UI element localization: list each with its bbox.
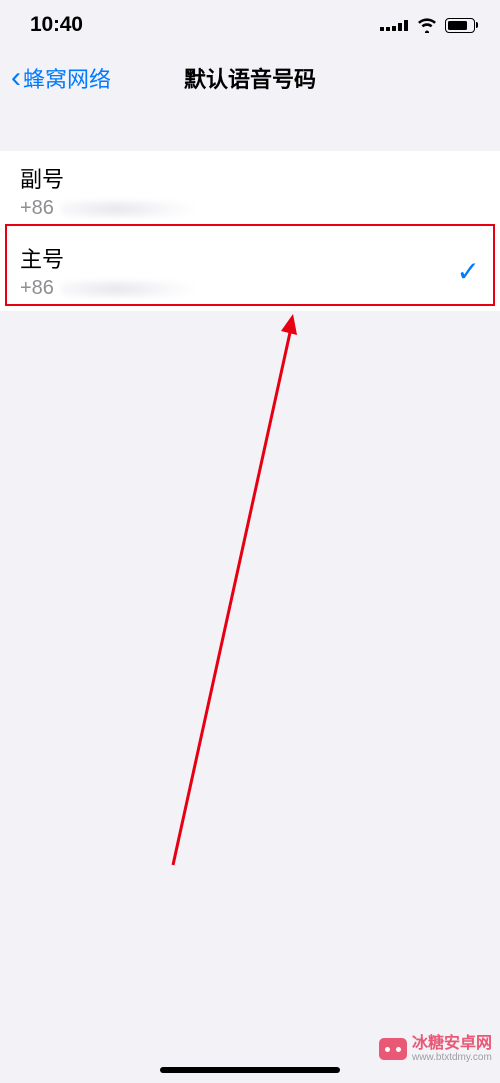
row-content: 副号 +86 <box>20 162 200 220</box>
status-time: 10:40 <box>30 13 83 37</box>
row-title: 主号 <box>20 242 200 274</box>
navigation-bar: ‹ 蜂窝网络 默认语音号码 <box>0 50 500 106</box>
battery-icon <box>445 18 479 33</box>
phone-redacted <box>60 200 200 218</box>
spacer <box>0 106 500 151</box>
back-label: 蜂窝网络 <box>23 62 111 94</box>
watermark-text: 冰糖安卓网 www.btxtdmy.com <box>412 1036 492 1063</box>
chevron-left-icon: ‹ <box>11 63 21 93</box>
row-content: 主号 +86 <box>20 242 200 300</box>
watermark-logo-icon <box>379 1038 407 1060</box>
phone-prefix: +86 <box>20 277 54 300</box>
line-row-primary[interactable]: 主号 +86 ✓ <box>0 231 500 311</box>
row-subtitle: +86 <box>20 277 200 300</box>
wifi-icon <box>416 17 438 33</box>
status-bar: 10:40 <box>0 0 500 50</box>
cellular-signal-icon <box>380 20 408 31</box>
row-subtitle: +86 <box>20 197 200 220</box>
annotation-arrow <box>165 310 305 870</box>
line-row-secondary[interactable]: 副号 +86 <box>0 151 500 231</box>
status-icons <box>380 17 479 33</box>
watermark-brand: 冰糖安卓网 <box>412 1036 492 1053</box>
phone-redacted <box>60 280 200 298</box>
line-list: 副号 +86 主号 +86 ✓ <box>0 151 500 311</box>
row-title: 副号 <box>20 162 200 194</box>
watermark: 冰糖安卓网 www.btxtdmy.com <box>379 1036 492 1063</box>
back-button[interactable]: ‹ 蜂窝网络 <box>0 62 111 94</box>
checkmark-icon: ✓ <box>457 255 480 288</box>
phone-prefix: +86 <box>20 197 54 220</box>
home-indicator[interactable] <box>160 1067 340 1073</box>
watermark-url: www.btxtdmy.com <box>412 1053 492 1064</box>
page-title: 默认语音号码 <box>184 62 316 94</box>
